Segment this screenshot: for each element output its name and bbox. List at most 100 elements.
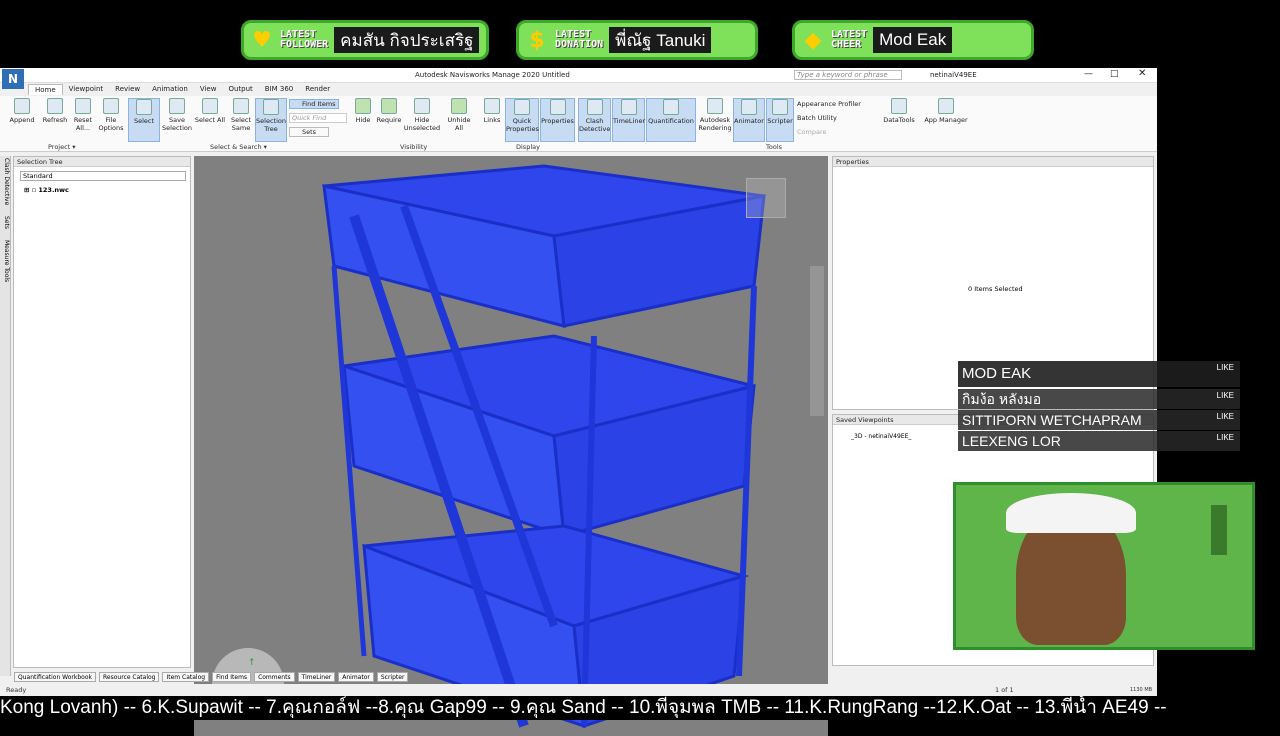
hide-unselected-icon bbox=[414, 98, 430, 114]
donation-ticker: Kong Lovanh) -- 6.K.Supawit -- 7.คุณกอล์… bbox=[0, 696, 1280, 720]
compare-button[interactable]: Compare bbox=[797, 128, 827, 136]
group-project[interactable]: Project ▾ bbox=[48, 143, 76, 151]
find-items-button[interactable]: Find Items bbox=[289, 99, 339, 109]
button-label: Hide Unselected bbox=[403, 116, 441, 132]
button-label: Select bbox=[133, 117, 155, 125]
tab-viewpoint[interactable]: Viewpoint bbox=[63, 84, 109, 95]
animator-button[interactable]: Animator bbox=[733, 98, 765, 142]
cap-icon bbox=[1006, 493, 1136, 533]
side-tab-measure-tools[interactable]: Measure Tools bbox=[1, 240, 10, 290]
selection-tree-button[interactable]: Selection Tree bbox=[255, 98, 287, 142]
button-label: Unhide All bbox=[447, 116, 471, 132]
selection-tree-mode-dropdown[interactable]: Standard bbox=[20, 171, 186, 181]
tab-animation[interactable]: Animation bbox=[146, 84, 194, 95]
file-options-icon bbox=[103, 98, 119, 114]
unhide-all-button[interactable]: Unhide All bbox=[443, 98, 475, 142]
select-all-button[interactable]: Select All bbox=[193, 98, 227, 142]
chat-name: กิมง้อ หลังมอ bbox=[962, 391, 1042, 407]
sets-dropdown[interactable]: Sets bbox=[289, 127, 329, 137]
button-label: Scripter bbox=[767, 117, 793, 125]
3d-viewport[interactable]: ↑ ↘ bbox=[194, 156, 828, 736]
button-label: Selection Tree bbox=[256, 117, 286, 133]
viewpoint-item[interactable]: _3D - netinaiV49EE_ bbox=[851, 433, 911, 440]
chat-name: LEEXENG LOR bbox=[962, 433, 1061, 449]
button-label: Links bbox=[483, 116, 501, 124]
side-tab-sets[interactable]: Sets bbox=[1, 216, 10, 234]
alert-value: พี่ณัฐ Tanuki bbox=[609, 27, 712, 53]
select-same-button[interactable]: Select Same bbox=[224, 98, 258, 142]
tab-resource-catalog[interactable]: Resource Catalog bbox=[99, 672, 160, 682]
app-manager-icon bbox=[938, 98, 954, 114]
ribbon-tabs: Home Viewpoint Review Animation View Out… bbox=[28, 84, 336, 95]
properties-button[interactable]: Properties bbox=[540, 98, 575, 142]
button-label: Select Same bbox=[230, 116, 252, 132]
minimize-button[interactable]: — bbox=[1084, 69, 1093, 79]
timeliner-button[interactable]: TimeLiner bbox=[612, 98, 645, 142]
timeliner-icon bbox=[620, 99, 637, 115]
save-selection-button[interactable]: Save Selection bbox=[160, 98, 194, 142]
quantification-icon bbox=[663, 99, 679, 115]
tab-timeliner[interactable]: TimeLiner bbox=[297, 672, 336, 682]
title-bar: Autodesk Navisworks Manage 2020 Untitled… bbox=[0, 68, 1157, 83]
close-button[interactable]: ✕ bbox=[1138, 68, 1146, 79]
diamond-icon: ◆ bbox=[804, 27, 822, 53]
group-select-search[interactable]: Select & Search ▾ bbox=[210, 143, 267, 151]
batch-utility-button[interactable]: Batch Utility bbox=[797, 114, 837, 122]
tab-comments[interactable]: Comments bbox=[254, 672, 295, 682]
tab-render[interactable]: Render bbox=[299, 84, 336, 95]
link-icon bbox=[484, 98, 500, 114]
alert-kind-bottom: FOLLOWER bbox=[280, 39, 329, 50]
side-tab-clash-detective[interactable]: Clash Detective bbox=[1, 158, 10, 212]
datatools-icon bbox=[891, 98, 907, 114]
select-button[interactable]: Select bbox=[128, 98, 160, 142]
tab-scripter[interactable]: Scripter bbox=[376, 672, 409, 682]
file-options-button[interactable]: File Options bbox=[94, 98, 128, 142]
tree-item-123-nwc[interactable]: ⊞ ▫ 123.nwc bbox=[24, 186, 69, 194]
tab-output[interactable]: Output bbox=[222, 84, 258, 95]
tab-home[interactable]: Home bbox=[28, 84, 63, 95]
tab-item-catalog[interactable]: Item Catalog bbox=[162, 672, 210, 682]
append-icon bbox=[14, 98, 30, 114]
append-button[interactable]: Append bbox=[5, 98, 39, 142]
quick-find-input[interactable]: Quick Find bbox=[289, 113, 347, 123]
user-name[interactable]: netinaiV49EE bbox=[930, 71, 977, 79]
app-logo[interactable]: N bbox=[2, 69, 24, 89]
like-label: LIKE bbox=[1216, 433, 1234, 442]
links-button[interactable]: Links bbox=[478, 98, 506, 142]
tab-bim360[interactable]: BIM 360 bbox=[259, 84, 300, 95]
tab-quantification-workbook[interactable]: Quantification Workbook bbox=[14, 672, 96, 682]
heart-icon: ♥ bbox=[252, 27, 272, 53]
app-manager-button[interactable]: App Manager bbox=[922, 98, 970, 142]
tab-review[interactable]: Review bbox=[109, 84, 146, 95]
maximize-button[interactable]: □ bbox=[1110, 69, 1119, 79]
quick-properties-icon bbox=[514, 99, 530, 115]
datatools-button[interactable]: DataTools bbox=[880, 98, 918, 142]
button-label: Reset All... bbox=[73, 116, 93, 132]
hide-icon bbox=[355, 98, 371, 114]
navigation-bar[interactable] bbox=[810, 266, 824, 416]
clash-detective-button[interactable]: Clash Detective bbox=[578, 98, 611, 142]
tab-view[interactable]: View bbox=[194, 84, 223, 95]
select-all-icon bbox=[202, 98, 218, 114]
tab-find-items[interactable]: Find Items bbox=[212, 672, 252, 682]
hide-button[interactable]: Hide bbox=[350, 98, 376, 142]
viewcube-icon[interactable] bbox=[746, 178, 786, 218]
structure-model bbox=[322, 164, 766, 729]
tab-animator[interactable]: Animator bbox=[338, 672, 374, 682]
scripter-button[interactable]: Scripter bbox=[766, 98, 794, 142]
axis-y-icon: ↑ bbox=[248, 658, 256, 668]
appearance-profiler-button[interactable]: Appearance Profiler bbox=[797, 100, 861, 108]
hide-unselected-button[interactable]: Hide Unselected bbox=[403, 98, 441, 142]
chat-row: MOD EAK LIKE bbox=[958, 361, 1240, 387]
webcam-feed bbox=[953, 482, 1255, 650]
alert-kind-bottom: CHEER bbox=[831, 39, 862, 50]
require-button[interactable]: Require bbox=[374, 98, 404, 142]
selection-tree-title: Selection Tree bbox=[14, 157, 190, 167]
search-input[interactable]: Type a keyword or phrase bbox=[794, 70, 902, 80]
quick-properties-button[interactable]: Quick Properties bbox=[505, 98, 539, 142]
autodesk-rendering-button[interactable]: Autodesk Rendering bbox=[697, 98, 733, 142]
properties-empty-text: 0 Items Selected bbox=[968, 285, 1023, 293]
chat-name: MOD EAK bbox=[962, 365, 1032, 382]
button-label: File Options bbox=[98, 116, 124, 132]
quantification-button[interactable]: Quantification bbox=[646, 98, 696, 142]
